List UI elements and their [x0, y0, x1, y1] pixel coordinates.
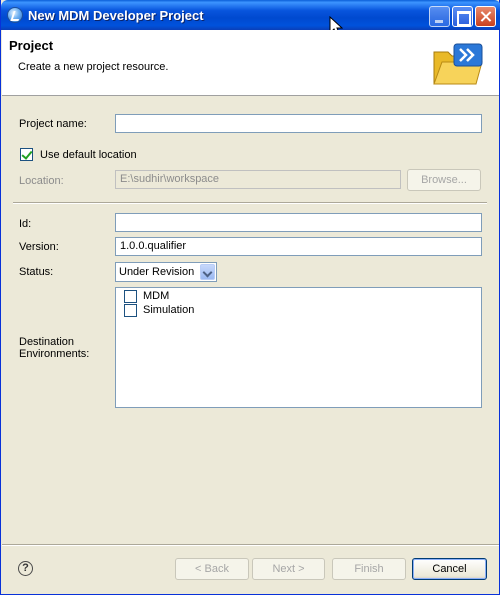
environment-simulation-label: Simulation [143, 304, 195, 316]
id-input[interactable] [115, 213, 482, 232]
status-select[interactable]: Under Revision [115, 262, 217, 282]
environment-mdm-checkbox[interactable] [124, 290, 137, 303]
project-name-input[interactable] [115, 114, 482, 133]
page-title: Project [9, 38, 54, 53]
project-name-label: Project name: [19, 118, 87, 130]
finish-button[interactable]: Finish [332, 558, 406, 580]
maximize-button[interactable] [452, 6, 473, 27]
chevron-down-icon[interactable] [200, 264, 215, 280]
use-default-location-label: Use default location [40, 149, 137, 161]
destination-environments-list[interactable]: MDM Simulation [115, 287, 482, 408]
back-button[interactable]: < Back [175, 558, 249, 580]
cancel-button[interactable]: Cancel [412, 558, 487, 580]
status-value: Under Revision [119, 266, 195, 278]
location-label: Location: [19, 175, 64, 187]
environment-simulation-checkbox[interactable] [124, 304, 137, 317]
use-default-location-checkbox[interactable] [20, 148, 33, 161]
title-bar[interactable]: New MDM Developer Project [1, 0, 500, 30]
location-input[interactable]: E:\sudhir\workspace [115, 170, 401, 189]
footer-separator [2, 544, 499, 546]
window-title: New MDM Developer Project [28, 8, 204, 23]
version-input[interactable]: 1.0.0.qualifier [115, 237, 482, 256]
destination-environments-label-line1: Destination [19, 336, 75, 348]
wizard-banner: Project Create a new project resource. [2, 30, 499, 96]
app-icon [7, 7, 23, 23]
help-icon[interactable]: ? [18, 561, 33, 576]
dialog-window: New MDM Developer Project Project Create… [0, 0, 500, 595]
id-label: Id: [19, 218, 32, 230]
environment-mdm-label: MDM [143, 290, 170, 302]
close-button[interactable] [475, 6, 496, 27]
version-label: Version: [19, 241, 59, 253]
section-separator [13, 202, 487, 204]
browse-button[interactable]: Browse... [407, 169, 481, 191]
destination-environments-label-line2: Environments: [19, 348, 90, 360]
project-folder-icon [433, 43, 483, 85]
status-label: Status: [19, 266, 54, 278]
page-description: Create a new project resource. [18, 61, 169, 73]
minimize-button[interactable] [429, 6, 450, 27]
next-button[interactable]: Next > [252, 558, 325, 580]
